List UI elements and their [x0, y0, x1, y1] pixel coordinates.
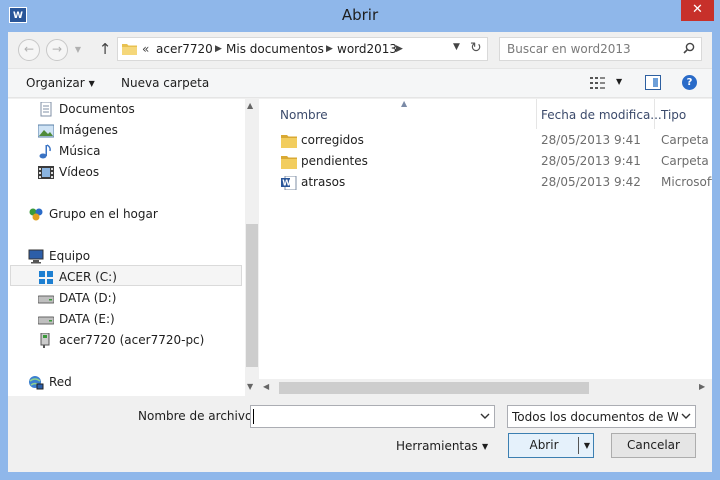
folder-icon — [281, 156, 297, 169]
chevron-down-icon: ▼ — [88, 79, 95, 88]
breadcrumb-segment[interactable]: word2013 — [337, 42, 397, 56]
search-icon[interactable] — [683, 42, 695, 54]
scroll-right-icon[interactable]: ▶ — [699, 382, 705, 391]
address-bar[interactable]: « acer7720 ▶ Mis documentos ▶ word2013 ▶… — [117, 37, 488, 61]
refresh-icon[interactable]: ↻ — [470, 40, 482, 56]
computer-icon — [28, 249, 44, 264]
scroll-down-icon[interactable]: ▼ — [247, 382, 253, 391]
address-dropdown-icon[interactable]: ▼ — [453, 42, 460, 52]
file-name: pendientes — [301, 154, 368, 168]
cancel-button[interactable]: Cancelar — [611, 433, 696, 458]
file-row[interactable]: corregidos 28/05/2013 9:41 Carpeta de — [259, 130, 712, 151]
forward-button[interactable]: → — [46, 39, 68, 61]
breadcrumb-separator-icon[interactable]: ▶ — [326, 44, 333, 54]
videos-icon — [38, 166, 54, 179]
open-dialog-window: W Abrir ✕ ← → ▼ ↑ « acer7720 ▶ Mis docum… — [0, 0, 720, 480]
file-name: corregidos — [301, 133, 364, 147]
drive-icon — [38, 295, 54, 304]
open-button[interactable]: Abrir ▼ — [508, 433, 594, 458]
search-placeholder: Buscar en word2013 — [507, 42, 631, 56]
preview-pane-icon[interactable] — [645, 75, 661, 90]
filename-input[interactable] — [250, 405, 495, 428]
folder-icon — [122, 44, 137, 55]
breadcrumb-segment[interactable]: acer7720 — [156, 42, 213, 56]
close-button[interactable]: ✕ — [681, 0, 714, 21]
column-header-date[interactable]: Fecha de modifica... — [541, 103, 662, 127]
network-icon — [29, 376, 44, 390]
dialog-body: ← → ▼ ↑ « acer7720 ▶ Mis documentos ▶ wo… — [8, 32, 712, 472]
sort-ascending-icon: ▲ — [401, 99, 408, 108]
chevron-down-icon[interactable] — [480, 411, 490, 421]
file-list-hscrollbar[interactable]: ◀ ▶ — [259, 379, 712, 396]
dialog-title: Abrir — [341, 6, 379, 24]
file-type-filter[interactable]: Todos los documentos de Word — [507, 405, 696, 428]
file-type-filter-value: Todos los documentos de Word — [512, 410, 678, 424]
up-button[interactable]: ↑ — [96, 39, 114, 61]
nav-scroll-thumb[interactable] — [246, 224, 258, 367]
organize-menu[interactable]: Organizar ▼ — [26, 76, 95, 90]
file-type: Microsoft — [661, 175, 712, 189]
file-type: Carpeta de — [661, 133, 712, 147]
new-folder-button[interactable]: Nueva carpeta — [121, 76, 209, 90]
tools-menu[interactable]: Herramientas — [396, 439, 478, 453]
chevron-down-icon[interactable] — [681, 411, 691, 421]
command-toolbar: Organizar ▼ Nueva carpeta ▼ ? — [8, 68, 712, 98]
split-divider — [578, 437, 579, 454]
file-date: 28/05/2013 9:42 — [541, 175, 641, 189]
file-name: atrasos — [301, 175, 346, 189]
column-divider[interactable] — [654, 99, 655, 129]
tools-dropdown-icon[interactable]: ▼ — [482, 442, 488, 451]
help-icon[interactable]: ? — [682, 75, 697, 90]
back-button[interactable]: ← — [18, 39, 40, 61]
search-box[interactable]: Buscar en word2013 — [499, 37, 702, 61]
open-options-dropdown-icon[interactable]: ▼ — [584, 434, 590, 457]
file-type: Carpeta de — [661, 154, 712, 168]
svg-text:W: W — [282, 179, 291, 188]
file-list: ▲ Nombre Fecha de modifica... Tipo corre… — [259, 99, 712, 396]
file-date: 28/05/2013 9:41 — [541, 133, 641, 147]
pictures-icon — [38, 124, 54, 138]
title-bar[interactable]: W Abrir ✕ — [0, 0, 720, 32]
breadcrumb-separator-icon[interactable]: ▶ — [396, 44, 403, 54]
column-header-name[interactable]: Nombre — [280, 103, 328, 127]
file-row[interactable]: W atrasos 28/05/2013 9:42 Microsoft — [259, 172, 712, 193]
word-doc-icon: W — [281, 176, 297, 190]
folder-icon — [281, 135, 297, 148]
system-drive-icon — [39, 271, 53, 284]
music-icon — [39, 144, 51, 159]
file-list-scroll-thumb[interactable] — [279, 382, 589, 394]
nav-pane-scrollbar[interactable]: ▲ ▼ — [245, 99, 258, 396]
file-date: 28/05/2013 9:41 — [541, 154, 641, 168]
network-drive-icon — [40, 333, 50, 348]
filename-label: Nombre de archivo: — [138, 409, 257, 423]
documents-icon — [40, 102, 52, 117]
homegroup-icon — [29, 208, 43, 221]
column-header-type[interactable]: Tipo — [661, 103, 686, 127]
breadcrumb-segment[interactable]: Mis documentos — [226, 42, 324, 56]
view-dropdown-icon[interactable]: ▼ — [616, 77, 622, 86]
navigation-pane: Documentos Imágenes Música Vídeos Grupo … — [8, 99, 258, 396]
text-cursor — [253, 409, 254, 424]
breadcrumb-separator-icon[interactable]: ▶ — [215, 44, 222, 54]
scroll-left-icon[interactable]: ◀ — [263, 382, 269, 391]
view-options-icon[interactable] — [590, 76, 606, 90]
column-divider[interactable] — [536, 99, 537, 129]
drive-icon — [38, 316, 54, 325]
scroll-up-icon[interactable]: ▲ — [247, 101, 253, 110]
recent-locations-dropdown[interactable]: ▼ — [72, 39, 84, 61]
breadcrumb-overflow[interactable]: « — [142, 42, 149, 56]
file-row[interactable]: pendientes 28/05/2013 9:41 Carpeta de — [259, 151, 712, 172]
